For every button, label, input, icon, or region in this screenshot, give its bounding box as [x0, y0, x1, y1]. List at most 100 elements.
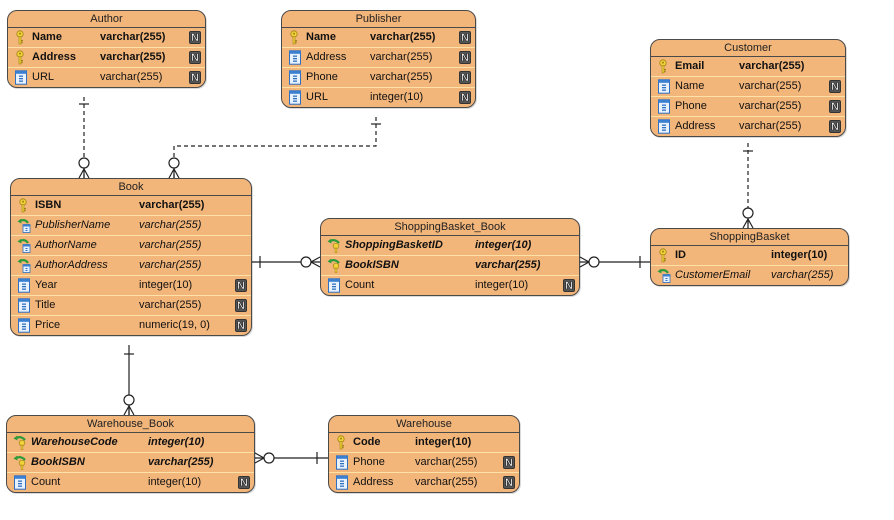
primary-key-icon	[288, 30, 302, 45]
column-name: URL	[306, 91, 329, 103]
column-row[interactable]: ShoppingBasketID integer(10)	[321, 236, 579, 255]
column-name: PublisherName	[35, 219, 111, 231]
column-row[interactable]: URL integer(10) N	[282, 87, 475, 107]
foreign-key-icon	[17, 238, 31, 253]
column-row[interactable]: Name varchar(255) N	[8, 28, 205, 47]
column-row[interactable]: AuthorName varchar(255)	[11, 235, 251, 255]
many-cardinality-marker	[123, 404, 135, 416]
column-row[interactable]: Address varchar(255) N	[329, 472, 519, 492]
nullable-icon: N	[459, 51, 471, 64]
column-icon	[335, 475, 349, 490]
zero-cardinality-marker	[588, 256, 600, 268]
column-icon	[288, 70, 302, 85]
column-row[interactable]: Code integer(10)	[329, 433, 519, 452]
foreign-key-icon	[657, 268, 671, 283]
column-type: integer(10)	[475, 279, 529, 291]
column-name: Code	[353, 436, 381, 448]
column-row[interactable]: Name varchar(255) N	[651, 76, 845, 96]
column-row[interactable]: AuthorAddress varchar(255)	[11, 255, 251, 275]
nullable-icon: N	[235, 279, 247, 292]
column-name: Address	[675, 120, 716, 132]
entity-book[interactable]: Book ISBN varchar(255) PublisherName varchar…	[10, 178, 252, 336]
column-name: CustomerEmail	[675, 269, 751, 281]
column-row[interactable]: Title varchar(255) N	[11, 295, 251, 315]
column-row[interactable]: Name varchar(255) N	[282, 28, 475, 47]
column-row[interactable]: Phone varchar(255) N	[282, 67, 475, 87]
entity-shoppingbasket-book[interactable]: ShoppingBasket_Book ShoppingBasketID integ…	[320, 218, 580, 296]
column-icon	[657, 119, 671, 134]
entity-title: Warehouse_Book	[7, 416, 254, 433]
entity-warehouse-book[interactable]: Warehouse_Book WarehouseCode integer(10) Bo…	[6, 415, 255, 493]
column-row[interactable]: Price numeric(19, 0) N	[11, 315, 251, 335]
column-row[interactable]: Address varchar(255) N	[282, 47, 475, 67]
column-name: URL	[32, 71, 55, 83]
column-icon	[288, 50, 302, 65]
column-name: Name	[306, 31, 336, 43]
column-icon	[327, 278, 341, 293]
column-row[interactable]: WarehouseCode integer(10)	[7, 433, 254, 452]
column-row[interactable]: Year integer(10) N	[11, 275, 251, 295]
entity-customer[interactable]: Customer Email varchar(255) Name varchar(255…	[650, 39, 846, 137]
zero-cardinality-marker	[263, 452, 275, 464]
column-type: integer(10)	[415, 436, 472, 448]
column-type: integer(10)	[148, 476, 202, 488]
column-row[interactable]: Count integer(10) N	[7, 472, 254, 492]
primary-foreign-key-icon	[327, 238, 341, 254]
column-icon	[657, 79, 671, 94]
column-type: integer(10)	[139, 279, 193, 291]
entity-publisher[interactable]: Publisher Name varchar(255) N Address varchar…	[281, 10, 476, 108]
column-row[interactable]: URL varchar(255) N	[8, 67, 205, 87]
column-row[interactable]: CustomerEmail varchar(255)	[651, 265, 848, 285]
column-type: varchar(255)	[415, 476, 478, 488]
column-type: varchar(255)	[100, 71, 163, 83]
column-row[interactable]: ISBN varchar(255)	[11, 196, 251, 215]
column-type: varchar(255)	[100, 51, 166, 63]
column-icon	[17, 318, 31, 333]
zero-cardinality-marker	[742, 207, 754, 219]
column-name: AuthorAddress	[35, 259, 108, 271]
column-row[interactable]: Count integer(10) N	[321, 275, 579, 295]
entity-title: ShoppingBasket	[651, 229, 848, 246]
entity-author[interactable]: Author Name varchar(255) N Address varchar(25…	[7, 10, 206, 88]
entity-title: ShoppingBasket_Book	[321, 219, 579, 236]
column-row[interactable]: BookISBN varchar(255)	[321, 255, 579, 275]
column-name: ID	[675, 249, 686, 261]
column-type: varchar(255)	[739, 100, 802, 112]
column-name: Phone	[675, 100, 707, 112]
nullable-icon: N	[459, 71, 471, 84]
primary-key-icon	[657, 248, 671, 263]
nullable-icon: N	[189, 31, 201, 44]
column-row[interactable]: Email varchar(255)	[651, 57, 845, 76]
entity-title: Publisher	[282, 11, 475, 28]
column-row[interactable]: Address varchar(255) N	[651, 116, 845, 136]
column-row[interactable]: Phone varchar(255) N	[329, 452, 519, 472]
column-type: varchar(255)	[370, 31, 436, 43]
entity-warehouse[interactable]: Warehouse Code integer(10) Phone varchar(255…	[328, 415, 520, 493]
entity-shoppingbasket[interactable]: ShoppingBasket ID integer(10) CustomerEmail…	[650, 228, 849, 286]
column-icon	[335, 455, 349, 470]
relationship-line-publisher-book	[173, 117, 377, 178]
nullable-icon: N	[235, 299, 247, 312]
nullable-icon: N	[238, 476, 250, 489]
column-type: varchar(255)	[771, 269, 834, 281]
column-icon	[17, 298, 31, 313]
column-row[interactable]: Address varchar(255) N	[8, 47, 205, 67]
column-type: varchar(255)	[139, 239, 202, 251]
column-name: Phone	[306, 71, 338, 83]
nullable-icon: N	[829, 100, 841, 113]
entity-title: Customer	[651, 40, 845, 57]
column-type: integer(10)	[370, 91, 424, 103]
column-name: Phone	[353, 456, 385, 468]
column-row[interactable]: BookISBN varchar(255)	[7, 452, 254, 472]
column-name: Name	[32, 31, 62, 43]
entity-title: Author	[8, 11, 205, 28]
column-type: varchar(255)	[139, 199, 205, 211]
column-type: numeric(19, 0)	[139, 319, 210, 331]
zero-cardinality-marker	[300, 256, 312, 268]
column-row[interactable]: PublisherName varchar(255)	[11, 215, 251, 235]
column-type: integer(10)	[148, 436, 205, 448]
column-name: Price	[35, 319, 61, 331]
column-row[interactable]: Phone varchar(255) N	[651, 96, 845, 116]
column-name: BookISBN	[345, 259, 399, 271]
column-row[interactable]: ID integer(10)	[651, 246, 848, 265]
